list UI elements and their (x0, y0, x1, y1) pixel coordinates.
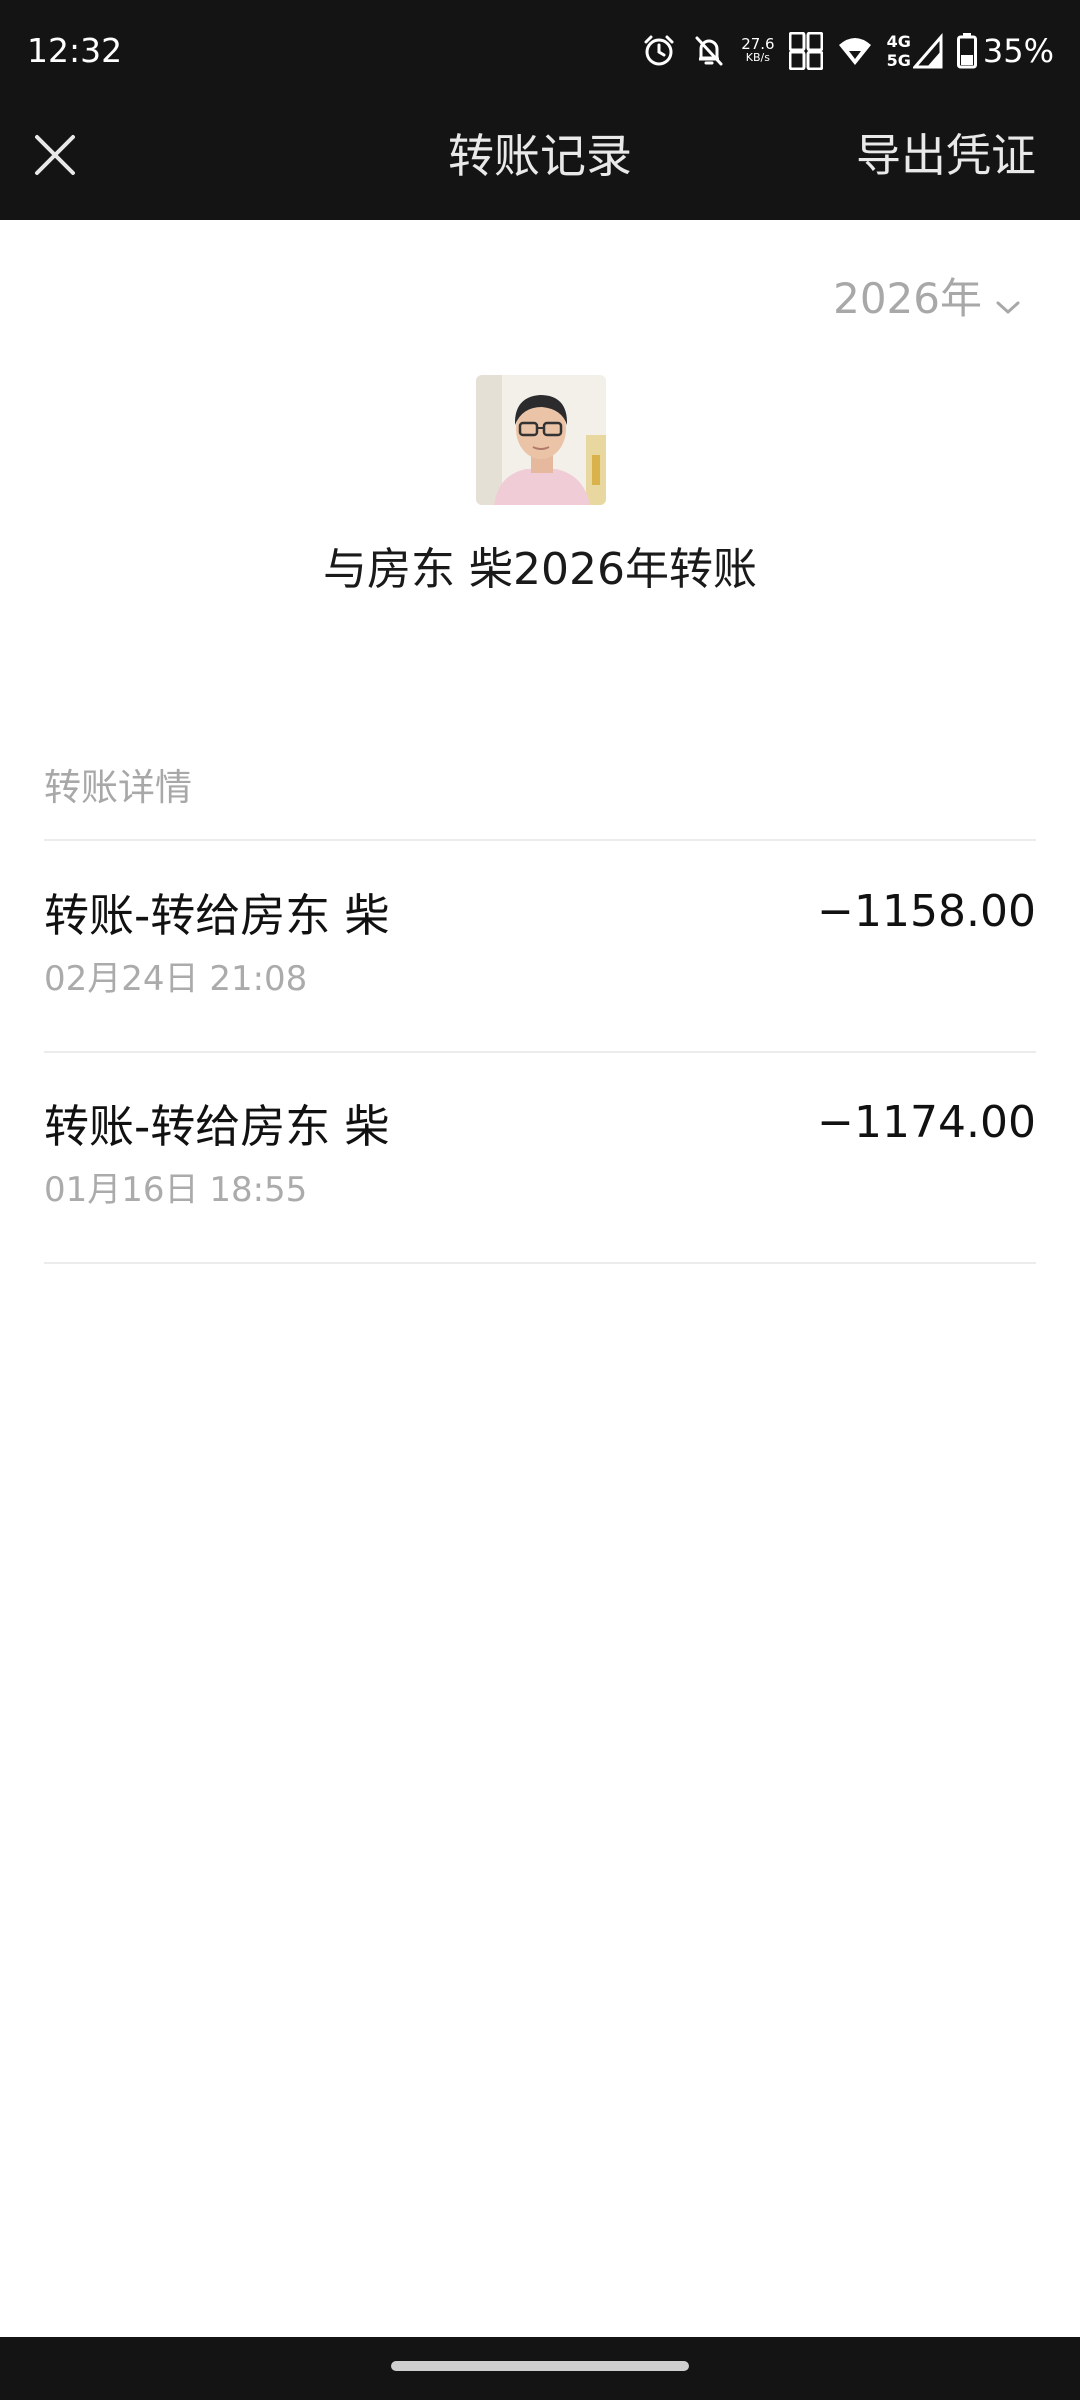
transaction-row[interactable]: 转账-转给房东 柴 02月24日 21:08 −1158.00 (0, 842, 1080, 1053)
chevron-down-icon (996, 274, 1020, 330)
export-voucher-button[interactable]: 导出凭证 (856, 126, 1036, 186)
year-label: 2026年 (833, 274, 982, 323)
transaction-time: 02月24日 21:08 (44, 959, 308, 999)
status-icons: 27.6 KB/s 4G 5G 35% (627, 26, 1054, 76)
section-divider (44, 839, 1036, 841)
net-speed-value: 27.6 (741, 35, 775, 53)
mute-notification-icon (691, 33, 727, 69)
title-bar: 转账记录 导出凭证 (0, 100, 1080, 220)
navigation-bar (0, 2337, 1080, 2400)
status-bar: 12:32 27.6 KB/s 4G 5G 35% (0, 0, 1080, 100)
year-selector[interactable]: 2026年 (833, 268, 1020, 330)
transaction-row[interactable]: 转账-转给房东 柴 01月16日 18:55 −1174.00 (0, 1053, 1080, 1264)
avatar[interactable] (476, 375, 606, 505)
transaction-amount: −1174.00 (817, 1097, 1036, 1148)
contact-headline: 与房东 柴2026年转账 (323, 544, 757, 595)
battery-icon (956, 33, 977, 69)
transaction-time: 01月16日 18:55 (44, 1170, 308, 1210)
home-indicator[interactable] (391, 2361, 689, 2371)
battery-percent: 35% (982, 32, 1054, 70)
network-generation: 4G 5G (887, 32, 911, 70)
net-speed-indicator: 27.6 KB/s (741, 37, 774, 65)
transaction-title: 转账-转给房东 柴 (44, 889, 390, 942)
transaction-amount: −1158.00 (817, 886, 1036, 937)
hd-volte-icon (788, 32, 823, 70)
wifi-icon (837, 35, 873, 67)
signal-icon (912, 33, 943, 69)
alarm-icon (641, 33, 677, 69)
network-gen-top: 4G (886, 32, 911, 51)
section-label: 转账详情 (44, 766, 192, 809)
transaction-list: 转账-转给房东 柴 02月24日 21:08 −1158.00 转账-转给房东 … (0, 842, 1080, 1264)
status-time: 12:32 (27, 31, 123, 70)
row-divider (44, 1262, 1036, 1264)
net-speed-unit: KB/s (745, 51, 770, 64)
network-gen-bottom: 5G (886, 51, 911, 70)
transaction-title: 转账-转给房东 柴 (44, 1100, 390, 1153)
